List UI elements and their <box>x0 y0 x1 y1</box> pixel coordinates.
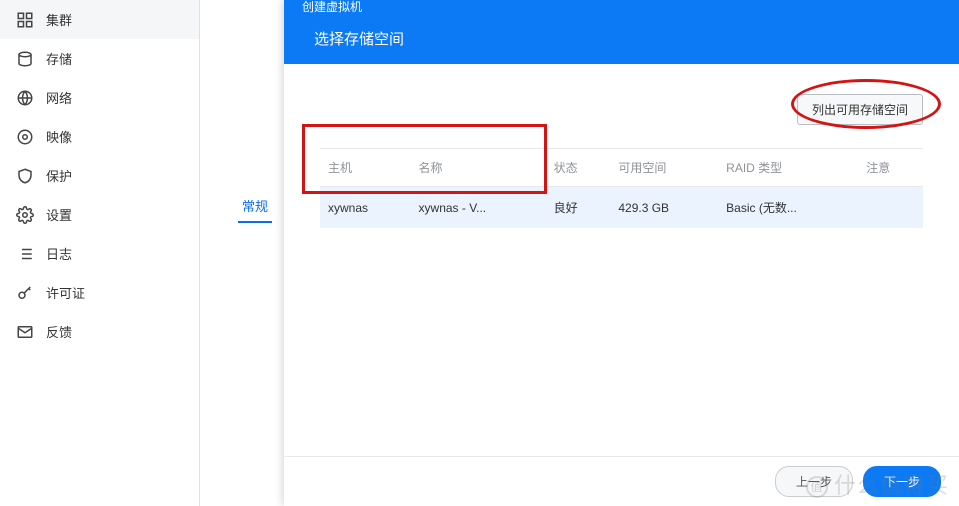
sidebar-item-label: 集群 <box>46 10 72 29</box>
sidebar-item-protect[interactable]: 保护 <box>0 156 199 195</box>
table-header-row: 主机 名称 状态 可用空间 RAID 类型 注意 <box>320 149 923 187</box>
sidebar-item-label: 网络 <box>46 88 72 107</box>
sidebar-item-label: 保护 <box>46 166 72 185</box>
sidebar-item-feedback[interactable]: 反馈 <box>0 312 199 351</box>
cell-avail: 429.3 GB <box>610 187 718 229</box>
sidebar-item-storage[interactable]: 存储 <box>0 39 199 78</box>
prev-button[interactable]: 上一步 <box>775 466 853 497</box>
sidebar-item-label: 存储 <box>46 49 72 68</box>
col-note: 注意 <box>858 149 923 187</box>
sidebar-item-cluster[interactable]: 集群 <box>0 0 199 39</box>
modal-title: 选择存储空间 <box>284 12 959 64</box>
col-raid: RAID 类型 <box>718 149 858 187</box>
tab-general[interactable]: 常规 <box>238 190 272 223</box>
network-icon <box>16 89 34 107</box>
sidebar-item-label: 映像 <box>46 127 72 146</box>
cell-status: 良好 <box>546 187 611 229</box>
key-icon <box>16 284 34 302</box>
sidebar-item-image[interactable]: 映像 <box>0 117 199 156</box>
tabbar: 常规 <box>238 190 272 223</box>
col-avail: 可用空间 <box>610 149 718 187</box>
sidebar-item-label: 反馈 <box>46 322 72 341</box>
image-icon <box>16 128 34 146</box>
gear-icon <box>16 206 34 224</box>
modal-footer: 上一步 下一步 <box>284 456 959 506</box>
storage-table: 主机 名称 状态 可用空间 RAID 类型 注意 xywnas xywnas -… <box>320 148 923 228</box>
col-host: 主机 <box>320 149 411 187</box>
list-icon <box>16 245 34 263</box>
modal-window-title: 创建虚拟机 <box>284 0 959 12</box>
mail-icon <box>16 323 34 341</box>
sidebar-item-label: 设置 <box>46 205 72 224</box>
sidebar-item-settings[interactable]: 设置 <box>0 195 199 234</box>
next-button[interactable]: 下一步 <box>863 466 941 497</box>
list-storage-button[interactable]: 列出可用存储空间 <box>797 94 923 125</box>
cluster-icon <box>16 11 34 29</box>
shield-icon <box>16 167 34 185</box>
cell-host: xywnas <box>320 187 411 229</box>
storage-icon <box>16 50 34 68</box>
sidebar-item-license[interactable]: 许可证 <box>0 273 199 312</box>
cell-note <box>858 187 923 229</box>
main-area: 常规 创建虚拟机 选择存储空间 列出可用存储空间 主机 名称 状态 可用空间 R… <box>200 0 959 506</box>
col-name: 名称 <box>411 149 546 187</box>
sidebar-item-label: 许可证 <box>46 283 85 302</box>
sidebar-item-log[interactable]: 日志 <box>0 234 199 273</box>
cell-raid: Basic (无数... <box>718 187 858 229</box>
modal-create-vm: 创建虚拟机 选择存储空间 列出可用存储空间 主机 名称 状态 可用空间 RAID… <box>284 0 959 506</box>
sidebar-item-label: 日志 <box>46 244 72 263</box>
table-row[interactable]: xywnas xywnas - V... 良好 429.3 GB Basic (… <box>320 187 923 229</box>
sidebar-item-network[interactable]: 网络 <box>0 78 199 117</box>
col-status: 状态 <box>546 149 611 187</box>
cell-name: xywnas - V... <box>411 187 546 229</box>
sidebar: 集群 存储 网络 映像 保护 设置 日志 <box>0 0 200 506</box>
modal-body: 列出可用存储空间 主机 名称 状态 可用空间 RAID 类型 注意 xywnas <box>284 64 959 456</box>
